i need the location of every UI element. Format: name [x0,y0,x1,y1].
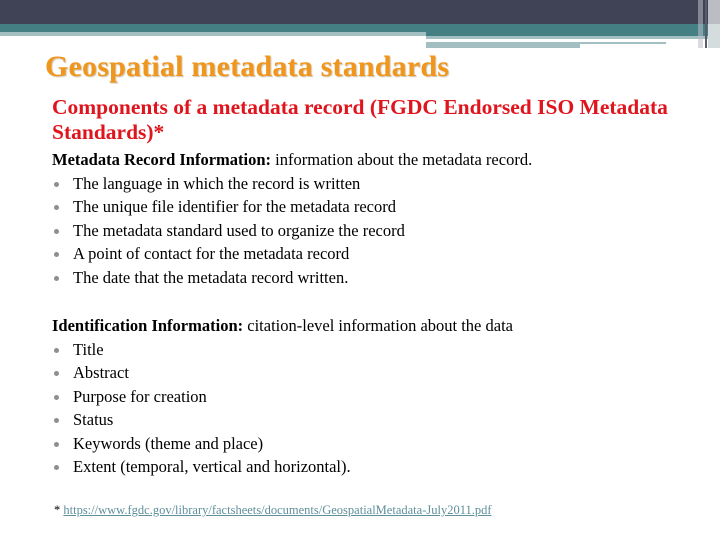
list-item: A point of contact for the metadata reco… [52,242,532,266]
list-item: Status [52,408,513,432]
bullet-icon [54,465,59,470]
header-stripe-light [698,0,703,48]
list-item-text: The date that the metadata record writte… [73,267,349,287]
slide-title: Geospatial metadata standards [45,50,450,83]
list-item: Purpose for creation [52,385,513,409]
bullet-icon [54,181,59,187]
source-link[interactable]: https://www.fgdc.gov/library/factsheets/… [63,503,491,517]
section-metadata-record-information: Metadata Record Information: information… [52,148,532,289]
bullet-icon [54,205,59,210]
section-heading-label: Metadata Record Information: [52,150,272,169]
section-heading-label: Identification Information: [52,316,244,335]
list-item-text: Keywords (theme and place) [73,433,264,453]
footnote-marker: * [54,503,64,517]
header-band-teal [0,24,720,32]
list-item: The language in which the record is writ… [52,172,532,196]
list-item-text: A point of contact for the metadata reco… [73,244,350,263]
bullet-icon [54,441,59,447]
bullet-icon [54,347,59,353]
list-item: The unique file identifier for the metad… [52,195,532,219]
list-item-text: The language in which the record is writ… [73,173,361,193]
section-heading-description: citation-level information about the dat… [243,316,513,335]
header-band-light-left [0,32,426,36]
header-stripe-pale [708,24,720,48]
header-band-pale-right-thin [580,42,666,44]
section-heading: Metadata Record Information: information… [52,148,532,172]
list-item: The metadata standard used to organize t… [52,219,532,243]
bullet-list: The language in which the record is writ… [52,172,532,290]
bullet-list: Title Abstract Purpose for creation Stat… [52,338,513,479]
header-stripe-dark [705,0,707,48]
slide-subtitle: Components of a metadata record (FGDC En… [52,95,668,144]
bullet-icon [54,371,59,376]
list-item: Title [52,338,513,362]
list-item: The date that the metadata record writte… [52,266,532,290]
footnote: * https://www.fgdc.gov/library/factsheet… [54,503,492,518]
list-item-text: The metadata standard used to organize t… [73,220,405,240]
section-identification-information: Identification Information: citation-lev… [52,314,513,479]
list-item: Extent (temporal, vertical and horizonta… [52,455,513,479]
section-heading: Identification Information: citation-lev… [52,314,513,338]
list-item-text: Abstract [73,363,129,382]
header-band-dark [0,0,720,24]
bullet-icon [54,275,59,281]
list-item-text: Purpose for creation [73,386,207,406]
bullet-icon [54,418,59,423]
section-heading-description: information about the metadata record. [271,150,533,169]
list-item-text: Status [73,410,114,429]
bullet-icon [54,252,59,257]
header-band-pale-right [426,42,580,48]
list-item-text: Extent (temporal, vertical and horizonta… [73,457,351,476]
bullet-icon [54,394,59,400]
list-item-text: Title [73,339,104,359]
bullet-icon [54,228,59,234]
list-item-text: The unique file identifier for the metad… [73,197,396,216]
list-item: Keywords (theme and place) [52,432,513,456]
list-item: Abstract [52,361,513,385]
